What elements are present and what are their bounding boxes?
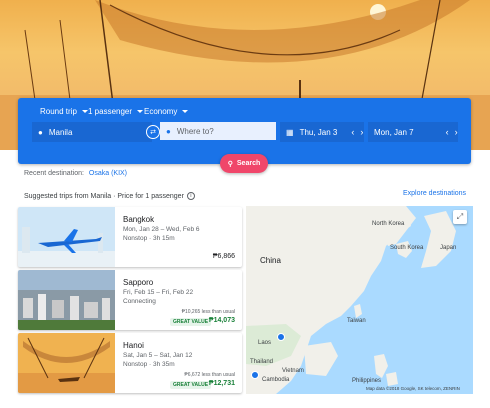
map-label-china: China	[260, 256, 281, 265]
chevron-left-icon[interactable]: ‹	[351, 127, 354, 137]
destination-field[interactable]: ● Where to?	[160, 122, 276, 142]
origin-field[interactable]: ● Manila	[32, 122, 152, 142]
search-button[interactable]: ⚲ Search	[220, 154, 268, 173]
chevron-right-icon[interactable]: ›	[360, 127, 363, 137]
origin-value: Manila	[48, 127, 73, 137]
suggested-trips-heading: Suggested trips from Manila · Price for …	[24, 192, 195, 200]
trip-dates: Fri, Feb 15 – Fri, Feb 22	[123, 289, 194, 296]
trip-city: Hanoi	[123, 341, 144, 350]
trip-type-label: Round trip	[40, 107, 77, 116]
map-label-vietnam: Vietnam	[282, 368, 304, 374]
trip-stops: Nonstop · 3h 35m	[123, 361, 175, 368]
trip-price: ₱14,073	[208, 317, 235, 324]
great-value-badge: GREAT VALUE	[170, 381, 212, 389]
return-date-field[interactable]: Mon, Jan 7 ‹ ›	[368, 122, 458, 142]
trip-price: ₱12,731	[208, 380, 235, 387]
chevron-down-icon	[137, 110, 144, 113]
map-label-laos: Laos	[258, 340, 272, 346]
map-label-taiwan: Taiwan	[347, 318, 366, 324]
map-background	[246, 206, 456, 394]
trip-type-select[interactable]: Round trip	[40, 107, 88, 116]
map-label-north-korea: North Korea	[372, 221, 405, 227]
map-attribution: Map data ©2018 Google, SK telecom, ZENRI…	[366, 386, 460, 391]
map-label-philippines: Philippines	[352, 378, 382, 384]
trip-price: ₱6,866	[212, 253, 235, 260]
map-pin-hanoi[interactable]	[277, 333, 285, 341]
hanoi-image	[18, 333, 115, 393]
swap-icon[interactable]: ⇄	[146, 125, 160, 139]
cabin-label: Economy	[144, 107, 178, 116]
recent-label: Recent destination:	[24, 170, 84, 177]
trip-city: Sapporo	[123, 278, 154, 287]
depart-date-value: Thu, Jan 3	[299, 127, 338, 137]
trip-city: Bangkok	[123, 215, 155, 224]
search-icon: ⚲	[227, 160, 233, 168]
map-label-cambodia: Cambodia	[262, 377, 290, 383]
info-icon[interactable]: i	[186, 192, 195, 200]
search-button-label: Search	[236, 160, 261, 167]
recent-destination: Recent destination: Osaka (KIX)	[24, 170, 127, 177]
trip-card-sapporo[interactable]: Sapporo Fri, Feb 15 – Fri, Feb 22 Connec…	[18, 270, 242, 330]
location-pin-icon: ●	[166, 126, 171, 136]
map-label-japan: Japan	[440, 245, 457, 251]
less-than-usual-note: ₱10,265 less than usual	[181, 309, 235, 315]
destinations-map[interactable]: North Korea South Korea Japan China Taiw…	[246, 206, 473, 394]
trip-dates: Sat, Jan 5 – Sat, Jan 12	[123, 352, 193, 359]
trip-stops: Nonstop · 3h 15m	[123, 235, 175, 242]
return-date-value: Mon, Jan 7	[374, 127, 414, 137]
passengers-label: 1 passenger	[88, 107, 133, 116]
chevron-down-icon	[182, 110, 189, 113]
trip-dates: Mon, Jan 28 – Wed, Feb 6	[123, 226, 200, 233]
map-label-thailand: Thailand	[250, 359, 274, 365]
bangkok-image	[18, 207, 115, 267]
recent-destination-link[interactable]: Osaka (KIX)	[89, 170, 127, 177]
trip-stops: Connecting	[123, 298, 156, 305]
depart-date-field[interactable]: ▦ Thu, Jan 3 ‹ ›	[280, 122, 364, 142]
destination-placeholder: Where to?	[176, 126, 214, 136]
less-than-usual-note: ₱6,672 less than usual	[184, 372, 235, 378]
expand-map-icon[interactable]: ⤢	[453, 210, 467, 224]
map-pin-bangkok[interactable]	[251, 371, 259, 379]
suggested-trips-title: Suggested trips from Manila · Price for …	[24, 192, 184, 200]
trip-card-hanoi[interactable]: Hanoi Sat, Jan 5 – Sat, Jan 12 Nonstop ·…	[18, 333, 242, 393]
sapporo-image	[18, 270, 115, 330]
chevron-left-icon[interactable]: ‹	[446, 127, 449, 137]
chevron-right-icon[interactable]: ›	[455, 127, 458, 137]
trip-card-bangkok[interactable]: Bangkok Mon, Jan 28 – Wed, Feb 6 Nonstop…	[18, 207, 242, 267]
location-pin-icon: ●	[38, 127, 43, 137]
calendar-icon: ▦	[286, 127, 294, 137]
great-value-badge: GREAT VALUE	[170, 318, 212, 326]
passengers-select[interactable]: 1 passenger	[88, 107, 144, 116]
explore-destinations-link[interactable]: Explore destinations	[403, 190, 466, 197]
map-label-south-korea: South Korea	[390, 245, 424, 251]
cabin-select[interactable]: Economy	[144, 107, 189, 116]
